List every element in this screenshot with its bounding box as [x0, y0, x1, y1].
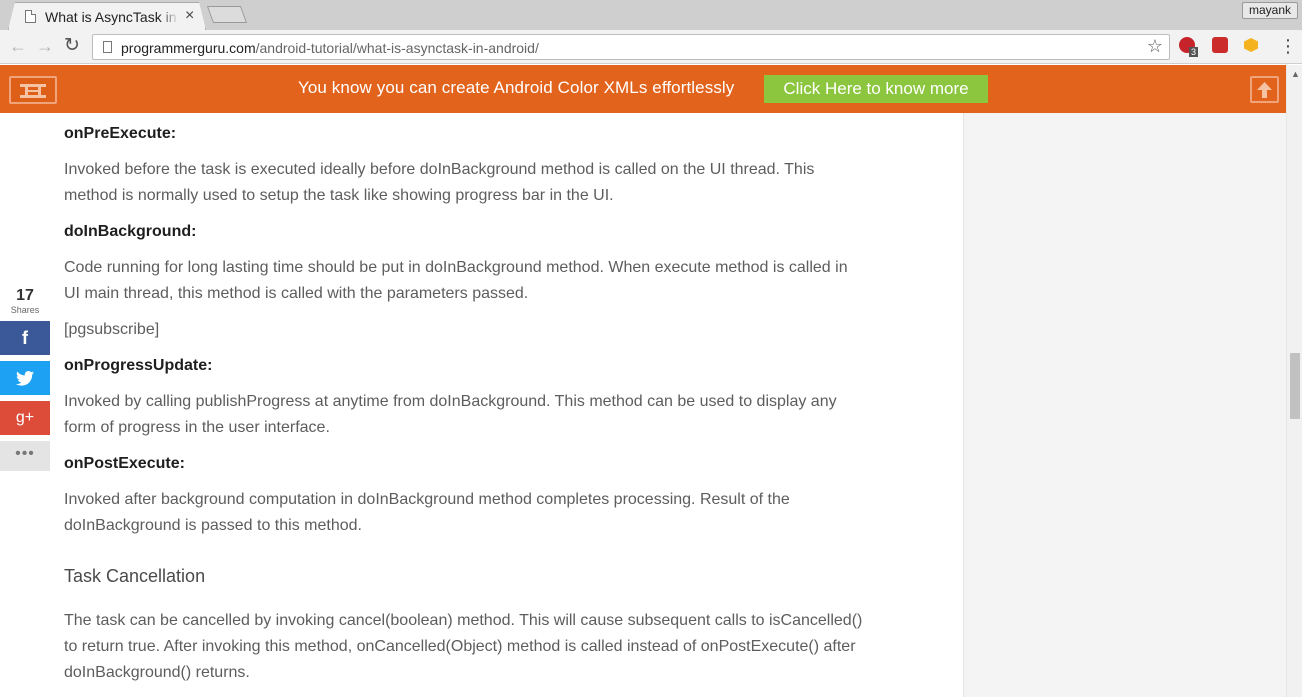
- bookmark-star-icon[interactable]: ☆: [1147, 36, 1163, 57]
- paragraph-onpostexecute: Invoked after background computation in …: [64, 487, 904, 539]
- scrollbar-thumb[interactable]: [1290, 353, 1300, 419]
- heading-onpostexecute: onPostExecute:: [64, 455, 185, 472]
- section-title-task-cancellation: Task Cancellation: [64, 566, 206, 586]
- site-logo-icon[interactable]: [9, 76, 57, 104]
- paragraph-doinbackground: Code running for long lasting time shoul…: [64, 255, 904, 307]
- forward-arrow-icon[interactable]: →: [36, 36, 54, 56]
- paragraph-task-cancellation: The task can be cancelled by invoking ca…: [64, 608, 904, 686]
- page-info-icon[interactable]: [103, 41, 112, 53]
- more-share-options-button[interactable]: •••: [0, 441, 50, 471]
- url-text[interactable]: programmerguru.com/android-tutorial/what…: [121, 40, 539, 56]
- banner-message: You know you can create Android Color XM…: [298, 78, 735, 97]
- page-scrollbar[interactable]: ▲: [1286, 65, 1302, 697]
- page-viewport: onPreExecute: Invoked before the task is…: [0, 65, 1286, 697]
- heading-onprogressupdate: onProgressUpdate:: [64, 357, 213, 374]
- facebook-icon: f: [22, 328, 28, 348]
- scroll-up-arrow-icon[interactable]: ▲: [1291, 69, 1300, 79]
- googleplus-icon: g+: [15, 409, 35, 426]
- twitter-share-button[interactable]: [0, 361, 50, 395]
- twitter-bird-icon: [16, 371, 34, 386]
- share-counter: 17 Shares: [0, 287, 50, 315]
- paragraph-onpreexecute: Invoked before the task is executed idea…: [64, 157, 904, 209]
- browser-toolbar: ← → ↻ programmerguru.com/android-tutoria…: [0, 30, 1302, 64]
- promo-banner: You know you can create Android Color XM…: [0, 65, 1286, 113]
- scroll-to-top-button[interactable]: [1250, 76, 1279, 103]
- heading-doinbackground: doInBackground:: [64, 223, 197, 240]
- share-count-label: Shares: [10, 305, 40, 315]
- paragraph-onprogressupdate: Invoked by calling publishProgress at an…: [64, 389, 904, 441]
- facebook-share-button[interactable]: f: [0, 321, 50, 355]
- address-bar[interactable]: programmerguru.com/android-tutorial/what…: [92, 34, 1170, 60]
- text-line: method is normally used to setup the tas…: [64, 187, 614, 204]
- googleplus-share-button[interactable]: g+: [0, 401, 50, 435]
- right-sidebar: [963, 65, 1286, 697]
- hexagon-extension-icon[interactable]: [1244, 38, 1258, 52]
- new-tab-button[interactable]: [206, 6, 248, 23]
- tab-title: What is AsyncTask in Android: [45, 9, 179, 25]
- text-line: form of progress in the user interface.: [64, 419, 330, 436]
- share-count: 17: [16, 287, 34, 304]
- url-host: programmerguru.com: [121, 40, 256, 56]
- text-line: Invoked before the task is executed idea…: [64, 161, 815, 178]
- browser-menu-icon[interactable]: ⋮: [1279, 36, 1297, 56]
- close-tab-icon[interactable]: ×: [185, 7, 194, 25]
- reload-icon[interactable]: ↻: [64, 36, 80, 56]
- url-path: /android-tutorial/what-is-asynctask-in-a…: [255, 40, 539, 56]
- text-line: Invoked after background computation in …: [64, 491, 790, 508]
- text-line: UI main thread, this method is called wi…: [64, 285, 529, 302]
- text-line: doInBackground() returns.: [64, 664, 250, 681]
- text-line: The task can be cancelled by invoking ca…: [64, 612, 863, 629]
- page-favicon-icon: [25, 10, 36, 23]
- text-line: Code running for long lasting time shoul…: [64, 259, 848, 276]
- adblock-badge: 3: [1189, 47, 1199, 57]
- profile-button[interactable]: mayank: [1241, 2, 1298, 19]
- subscribe-shortcode: [pgsubscribe]: [64, 317, 904, 343]
- text-line: Invoked by calling publishProgress at an…: [64, 393, 837, 410]
- know-more-button[interactable]: Click Here to know more: [764, 75, 988, 103]
- logo-glyph: [20, 84, 46, 98]
- heading-onpreexecute: onPreExecute:: [64, 125, 177, 142]
- more-dots-icon: •••: [15, 445, 35, 462]
- browser-tab[interactable]: What is AsyncTask in Android ×: [8, 2, 206, 30]
- text-line: to return true. After invoking this meth…: [64, 638, 856, 655]
- pdf-extension-icon[interactable]: [1212, 37, 1228, 53]
- up-arrow-icon: [1257, 82, 1272, 98]
- tab-strip: What is AsyncTask in Android × mayank: [0, 0, 1302, 30]
- back-arrow-icon[interactable]: ←: [9, 36, 27, 56]
- text-line: [pgsubscribe]: [64, 321, 160, 338]
- text-line: doInBackground is passed to this method.: [64, 517, 362, 534]
